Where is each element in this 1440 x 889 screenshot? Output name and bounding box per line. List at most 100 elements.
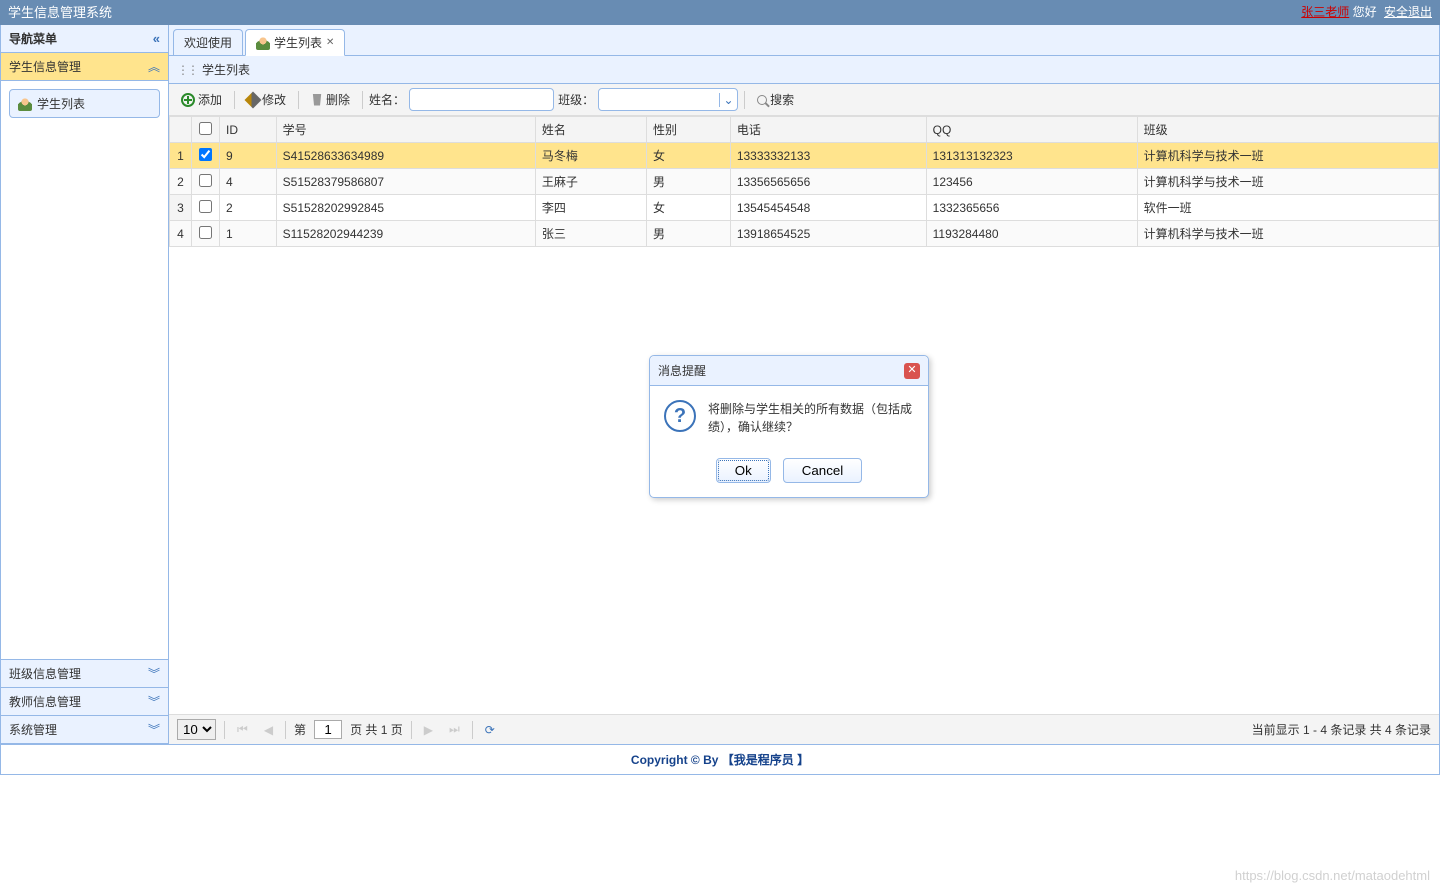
table-row[interactable]: 19S41528633634989马冬梅女1333333213313131313… (170, 143, 1439, 169)
id-cell: 4 (220, 169, 277, 195)
col-sex[interactable]: 性别 (646, 117, 730, 143)
search-icon (757, 95, 767, 105)
name-label: 姓名： (369, 91, 405, 108)
id-cell: 2 (220, 195, 277, 221)
row-checkbox[interactable] (199, 200, 212, 213)
dialog-buttons: Ok Cancel (650, 450, 928, 497)
close-icon[interactable]: ✕ (904, 363, 920, 379)
trash-icon (311, 94, 323, 106)
cancel-button[interactable]: Cancel (783, 458, 863, 483)
col-sn[interactable]: 学号 (276, 117, 535, 143)
table-row[interactable]: 24S51528379586807王麻子男13356565656123456计算… (170, 169, 1439, 195)
table-row[interactable]: 41S11528202944239张三男13918654525119328448… (170, 221, 1439, 247)
tab-student-list[interactable]: 学生列表 ✕ (245, 29, 345, 56)
footer: Copyright © By 【我是程序员 】 (0, 745, 1440, 775)
footer-text: Copyright © By 【我是程序员 】 (631, 753, 809, 767)
tel-cell: 13545454548 (730, 195, 926, 221)
sidebar-item-system[interactable]: 系统管理 ︾ (1, 716, 168, 744)
col-qq[interactable]: QQ (926, 117, 1137, 143)
page-prefix: 第 (294, 721, 306, 738)
sidebar-item-label: 学生信息管理 (9, 58, 81, 75)
delete-button[interactable]: 删除 (305, 88, 356, 111)
row-checkbox[interactable] (199, 226, 212, 239)
search-button[interactable]: 搜索 (751, 88, 800, 111)
add-button[interactable]: 添加 (175, 88, 228, 111)
rownum-cell: 2 (170, 169, 192, 195)
top-bar-right: 张三老师 您好 安全退出 (1297, 0, 1432, 25)
col-check (192, 117, 220, 143)
name-cell: 李四 (535, 195, 646, 221)
check-cell (192, 221, 220, 247)
col-cls[interactable]: 班级 (1137, 117, 1438, 143)
refresh-button[interactable]: ⟳ (481, 721, 499, 739)
nav-student-list[interactable]: 学生列表 (9, 89, 160, 118)
separator (298, 91, 299, 109)
main: 欢迎使用 学生列表 ✕ ⋮⋮ 学生列表 添加 修改 (169, 25, 1439, 744)
top-bar: 学生信息管理系统 张三老师 您好 安全退出 (0, 0, 1440, 25)
col-id[interactable]: ID (220, 117, 277, 143)
watermark: https://blog.csdn.net/mataodehtml (1235, 868, 1430, 883)
confirm-dialog: 消息提醒 ✕ ? 将删除与学生相关的所有数据（包括成绩），确认继续？ Ok Ca… (649, 355, 929, 498)
last-page-button[interactable]: ⏭ (445, 720, 464, 739)
next-page-button[interactable]: ▶ (420, 721, 437, 739)
sidebar-item-student[interactable]: 学生信息管理 ︽ (1, 53, 168, 81)
chevron-down-icon[interactable]: ⌄ (719, 93, 737, 107)
name-input[interactable] (409, 88, 554, 111)
col-name[interactable]: 姓名 (535, 117, 646, 143)
page-input[interactable] (314, 720, 342, 739)
check-cell (192, 143, 220, 169)
collapse-icon[interactable]: « (153, 31, 160, 46)
table-header-row: ID 学号 姓名 性别 电话 QQ 班级 (170, 117, 1439, 143)
tab-label: 欢迎使用 (184, 34, 232, 51)
col-tel[interactable]: 电话 (730, 117, 926, 143)
search-label: 搜索 (770, 91, 794, 108)
panel-title-text: 学生列表 (202, 61, 250, 78)
panel-title: ⋮⋮ 学生列表 (169, 56, 1439, 84)
teacher-link[interactable]: 张三老师 (1301, 5, 1349, 19)
prev-page-button[interactable]: ◀ (260, 721, 277, 739)
sidebar-title: 导航菜单 (9, 30, 57, 47)
dialog-body: ? 将删除与学生相关的所有数据（包括成绩），确认继续？ (650, 386, 928, 450)
rownum-cell: 1 (170, 143, 192, 169)
cls-cell: 计算机科学与技术一班 (1137, 143, 1438, 169)
check-all[interactable] (199, 122, 212, 135)
qq-cell: 131313132323 (926, 143, 1137, 169)
separator (472, 721, 473, 739)
tel-cell: 13918654525 (730, 221, 926, 247)
user-icon (256, 36, 270, 50)
edit-button[interactable]: 修改 (241, 88, 292, 111)
sn-cell: S11528202944239 (276, 221, 535, 247)
qq-cell: 123456 (926, 169, 1137, 195)
separator (285, 721, 286, 739)
row-checkbox[interactable] (199, 174, 212, 187)
id-cell: 9 (220, 143, 277, 169)
id-cell: 1 (220, 221, 277, 247)
separator (224, 721, 225, 739)
sex-cell: 男 (646, 221, 730, 247)
student-table: ID 学号 姓名 性别 电话 QQ 班级 19S41528633634989马冬… (169, 116, 1439, 247)
pencil-icon (245, 91, 262, 108)
first-page-button[interactable]: ⏮ (233, 720, 252, 739)
close-icon[interactable]: ✕ (326, 37, 334, 48)
sidebar-item-teacher[interactable]: 教师信息管理 ︾ (1, 688, 168, 716)
tab-welcome[interactable]: 欢迎使用 (173, 29, 243, 55)
tel-cell: 13333332133 (730, 143, 926, 169)
class-combo[interactable]: ⌄ (598, 88, 738, 111)
table-row[interactable]: 32S51528202992845李四女13545454548133236565… (170, 195, 1439, 221)
sidebar-item-class[interactable]: 班级信息管理 ︾ (1, 660, 168, 688)
row-checkbox[interactable] (199, 148, 212, 161)
col-rownum (170, 117, 192, 143)
chevron-down-icon: ︾ (148, 665, 160, 682)
dialog-title-bar[interactable]: 消息提醒 ✕ (650, 356, 928, 386)
delete-label: 删除 (326, 91, 350, 108)
tel-cell: 13356565656 (730, 169, 926, 195)
qq-cell: 1332365656 (926, 195, 1137, 221)
sex-cell: 女 (646, 195, 730, 221)
page-size-select[interactable]: 10 (177, 719, 216, 740)
sn-cell: S41528633634989 (276, 143, 535, 169)
check-cell (192, 169, 220, 195)
logout-link[interactable]: 安全退出 (1384, 5, 1432, 19)
ok-button[interactable]: Ok (716, 458, 771, 483)
cls-cell: 计算机科学与技术一班 (1137, 169, 1438, 195)
class-input[interactable] (599, 89, 719, 110)
